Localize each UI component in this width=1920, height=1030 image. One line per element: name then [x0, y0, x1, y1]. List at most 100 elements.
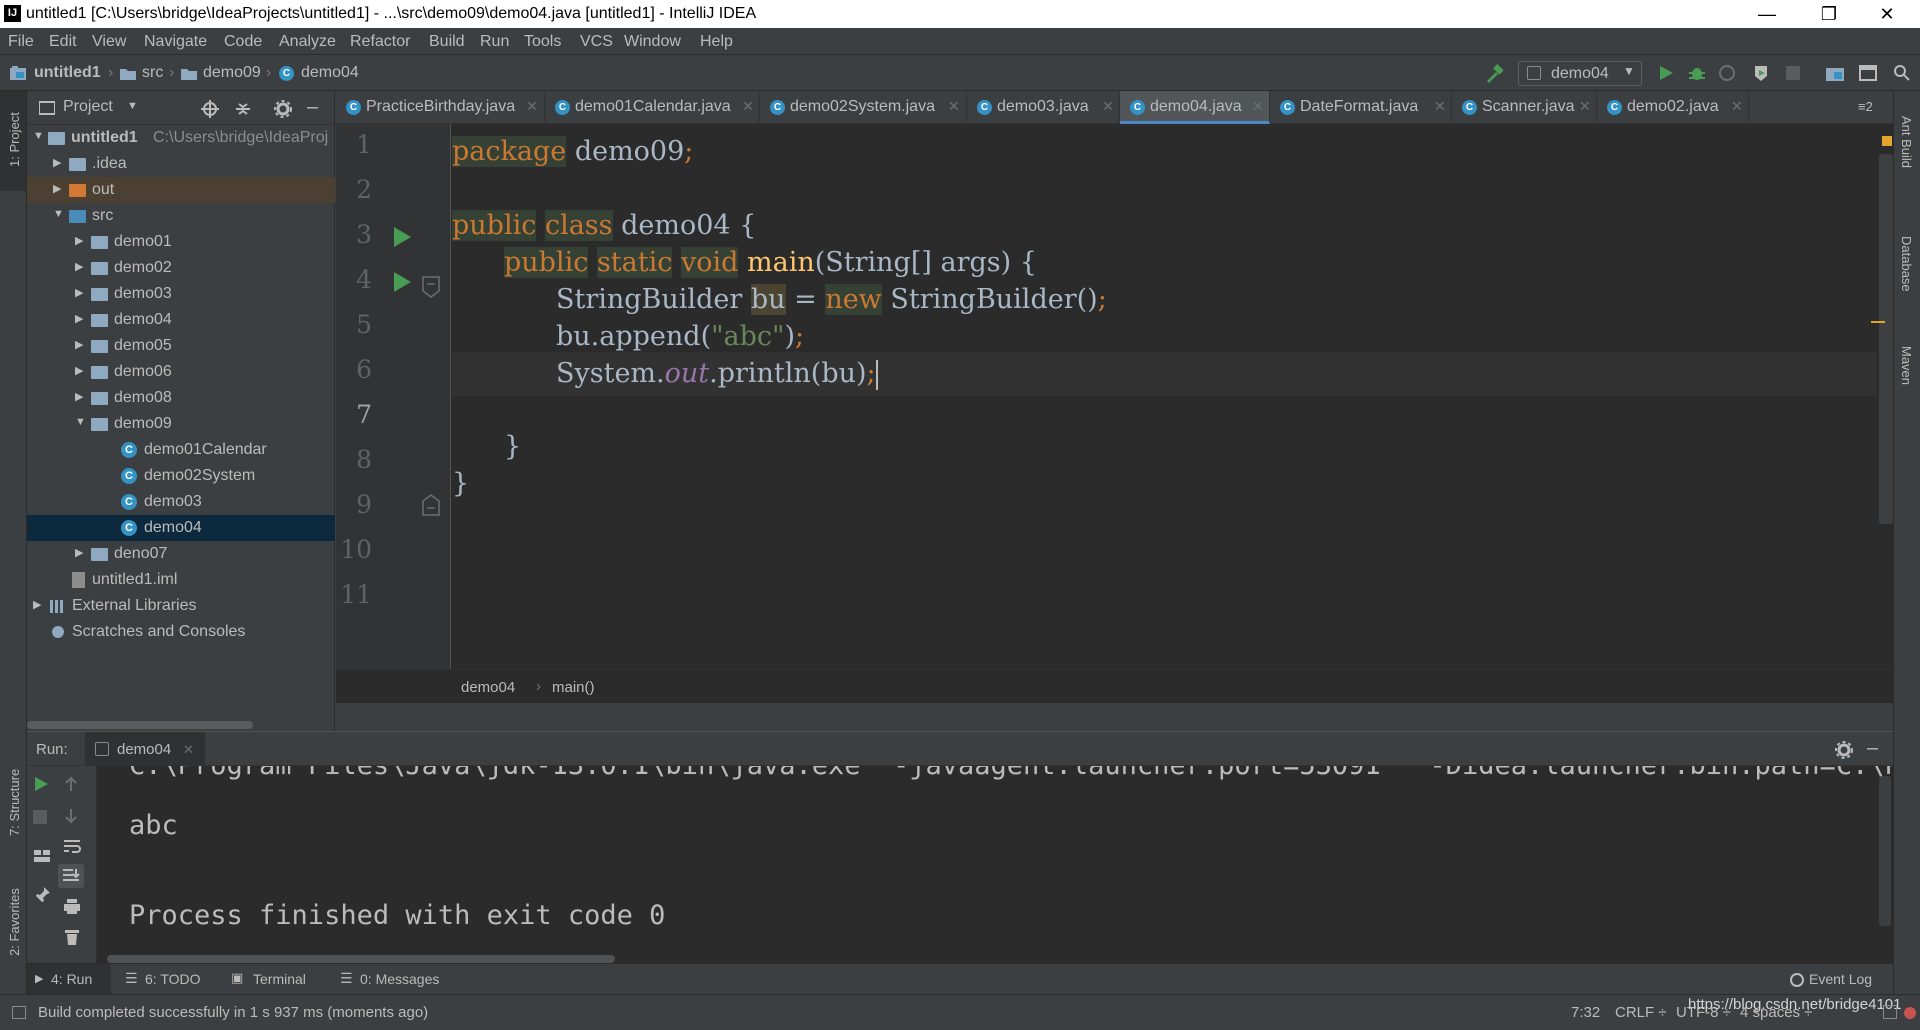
menu-view[interactable]: View [92, 33, 126, 51]
tree-item-demo02[interactable]: ▶ demo02 [27, 255, 335, 281]
tool-tab-terminal[interactable]: ▣ Terminal [231, 964, 327, 995]
menu-analyze[interactable]: Analyze [279, 33, 336, 51]
soft-wrap-icon[interactable] [63, 838, 81, 854]
stop-icon[interactable] [1786, 66, 1800, 80]
menu-edit[interactable]: Edit [49, 33, 77, 51]
tree-item-demo03-class[interactable]: C demo03 [27, 489, 335, 515]
menu-build[interactable]: Build [429, 33, 465, 51]
stop-icon[interactable] [33, 810, 47, 824]
tree-item-demo01[interactable]: ▶ demo01 [27, 229, 335, 255]
editor-breadcrumb-class[interactable]: demo04 [461, 679, 515, 696]
hide-panel-icon[interactable]: – [307, 96, 318, 119]
favorites-tool-button[interactable]: 2: Favorites [0, 861, 26, 961]
chevron-down-icon[interactable]: ▼ [127, 100, 138, 112]
project-view-select[interactable]: Project [63, 98, 113, 116]
close-tab-icon[interactable]: ✕ [1434, 98, 1446, 115]
database-tool-button[interactable]: Database [1894, 211, 1920, 301]
close-tab-icon[interactable]: ✕ [183, 742, 194, 758]
menu-navigate[interactable]: Navigate [144, 33, 207, 51]
arrow-up-icon[interactable] [63, 776, 79, 792]
tree-item-iml[interactable]: untitled1.iml [27, 567, 335, 593]
expand-arrow-icon[interactable]: ▼ [75, 416, 87, 428]
close-tab-icon[interactable]: ✕ [1731, 98, 1743, 115]
fold-icon[interactable] [422, 494, 440, 516]
breadcrumb-package[interactable]: demo09 [203, 64, 261, 82]
trash-icon[interactable] [63, 928, 81, 946]
code-editor[interactable]: package demo09; public class demo04 { pu… [452, 124, 1877, 669]
tree-item-demo09[interactable]: ▼ demo09 [27, 411, 335, 437]
tool-tab-messages[interactable]: ☰ 0: Messages [340, 964, 450, 995]
tree-item-external-libraries[interactable]: ▶ External Libraries [27, 593, 335, 619]
rerun-icon[interactable] [33, 776, 49, 792]
horizontal-scrollbar[interactable] [27, 721, 253, 729]
close-tab-icon[interactable]: ✕ [742, 98, 754, 115]
maven-tool-button[interactable]: Maven [1894, 321, 1920, 411]
run-gutter-icon[interactable] [392, 226, 412, 248]
vertical-scrollbar[interactable] [1879, 154, 1893, 524]
profile-icon[interactable] [1752, 64, 1770, 82]
warning-indicator-icon[interactable] [1882, 136, 1892, 146]
project-tool-button[interactable]: 1: Project [0, 91, 26, 191]
tab-practicebirthday[interactable]: C PracticeBirthday.java ✕ [336, 91, 545, 124]
tree-item-demo03[interactable]: ▶ demo03 [27, 281, 335, 307]
menu-vcs[interactable]: VCS [580, 33, 613, 51]
search-icon[interactable] [1893, 64, 1911, 82]
menu-code[interactable]: Code [224, 33, 262, 51]
breadcrumb-project[interactable]: untitled1 [34, 64, 101, 82]
expand-arrow-icon[interactable]: ▶ [53, 182, 65, 195]
tree-item-scratches[interactable]: Scratches and Consoles [27, 619, 335, 645]
tree-item-src[interactable]: ▼ src [27, 203, 335, 229]
expand-arrow-icon[interactable]: ▶ [75, 390, 87, 403]
warning-marker[interactable] [1871, 321, 1885, 323]
tab-demo04-active[interactable]: C demo04.java ✕ [1120, 91, 1270, 124]
tree-item-demo08[interactable]: ▶ demo08 [27, 385, 335, 411]
console-output[interactable]: C:\Program Files\Java\jdk-13.0.1\bin\jav… [97, 766, 1893, 964]
build-hammer-icon[interactable] [1484, 64, 1504, 84]
tool-tab-run[interactable]: ▶ 4: Run [27, 964, 111, 995]
tree-item-demo05[interactable]: ▶ demo05 [27, 333, 335, 359]
pin-icon[interactable] [33, 886, 51, 904]
menu-run[interactable]: Run [480, 33, 509, 51]
close-button[interactable]: ✕ [1864, 0, 1910, 28]
expand-arrow-icon[interactable]: ▼ [33, 130, 45, 142]
expand-arrow-icon[interactable]: ▼ [53, 208, 65, 220]
arrow-down-icon[interactable] [63, 808, 79, 824]
error-indicator-icon[interactable] [1904, 1007, 1916, 1019]
line-separator[interactable]: CRLF ÷ [1615, 1004, 1667, 1021]
breadcrumb-src[interactable]: src [142, 64, 163, 82]
lock-icon[interactable] [1883, 1005, 1897, 1019]
close-tab-icon[interactable]: ✕ [526, 98, 538, 115]
tree-item-deno07[interactable]: ▶ deno07 [27, 541, 335, 567]
tab-dateformat[interactable]: C DateFormat.java ✕ [1270, 91, 1452, 124]
expand-arrow-icon[interactable]: ▶ [33, 598, 45, 611]
tool-tab-todo[interactable]: ☰ 6: TODO [125, 964, 215, 995]
collapse-all-icon[interactable] [234, 100, 252, 118]
tree-item-out[interactable]: ▶ out [27, 177, 335, 203]
expand-arrow-icon[interactable]: ▶ [75, 546, 87, 559]
vertical-scrollbar[interactable] [1879, 776, 1891, 926]
maximize-button[interactable]: ❐ [1806, 0, 1852, 28]
menu-refactor[interactable]: Refactor [350, 33, 410, 51]
expand-arrow-icon[interactable]: ▶ [75, 260, 87, 273]
structure-tool-button[interactable]: 7: Structure [0, 741, 26, 841]
expand-arrow-icon[interactable]: ▶ [75, 286, 87, 299]
tree-item-root[interactable]: ▼ untitled1 C:\Users\bridge\IdeaProj [27, 125, 335, 151]
close-tab-icon[interactable]: ✕ [1102, 98, 1114, 115]
expand-arrow-icon[interactable]: ▶ [75, 364, 87, 377]
tree-item-demo06[interactable]: ▶ demo06 [27, 359, 335, 385]
menu-window[interactable]: Window [624, 33, 681, 51]
print-icon[interactable] [63, 898, 81, 914]
layout-icon[interactable] [1859, 65, 1877, 81]
tab-demo02system[interactable]: C demo02System.java ✕ [760, 91, 967, 124]
status-message[interactable]: Build completed successfully in 1 s 937 … [38, 1004, 428, 1021]
run-config-select[interactable]: demo04 ▼ [1518, 61, 1642, 86]
gear-icon[interactable] [1835, 741, 1853, 759]
expand-arrow-icon[interactable]: ▶ [75, 312, 87, 325]
coverage-icon[interactable] [1718, 64, 1736, 82]
tree-item-demo04[interactable]: ▶ demo04 [27, 307, 335, 333]
menu-file[interactable]: File [8, 33, 34, 51]
expand-arrow-icon[interactable]: ▶ [53, 156, 65, 169]
run-tab-demo04[interactable]: demo04 ✕ [85, 732, 205, 766]
hide-panel-icon[interactable]: – [1867, 737, 1878, 760]
tab-demo01calendar[interactable]: C demo01Calendar.java ✕ [545, 91, 760, 124]
